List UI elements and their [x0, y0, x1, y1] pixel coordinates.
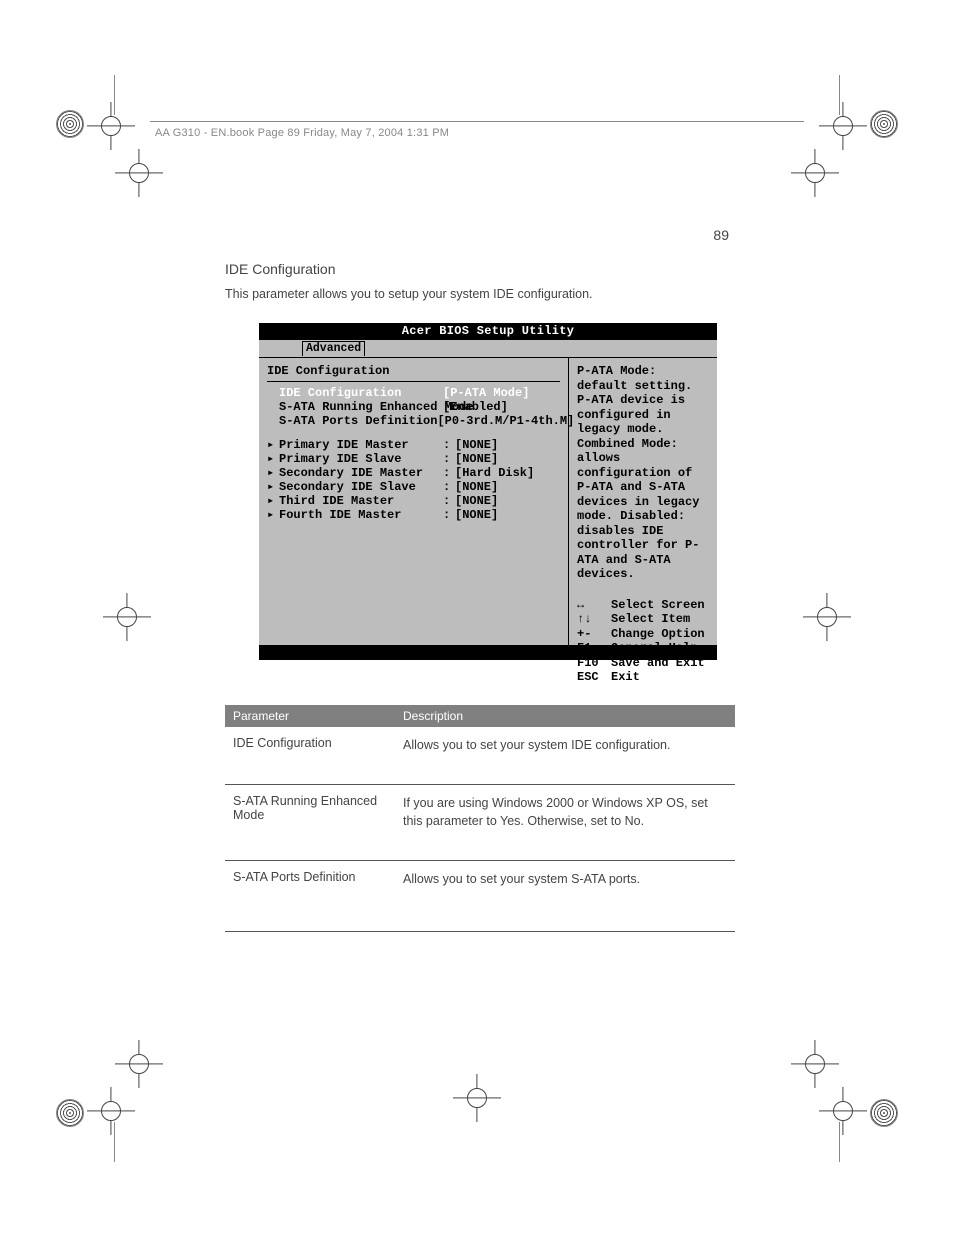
- bios-window: Acer BIOS Setup Utility Advanced IDE Con…: [259, 323, 717, 660]
- bios-device-row[interactable]: ▸ Primary IDE Slave : [NONE]: [267, 452, 560, 466]
- bios-tab-advanced[interactable]: Advanced: [302, 341, 365, 356]
- param-table: Parameter Description IDE Configuration …: [225, 705, 735, 932]
- triangle-right-icon: ▸: [267, 438, 279, 452]
- guide-top-right-v: [839, 75, 840, 115]
- bios-nav-row: ↑↓ Select Item: [577, 612, 711, 627]
- reg-mark-tr-cross: [822, 105, 864, 147]
- reg-mark-br-inner: [794, 1043, 836, 1085]
- bios-config-row[interactable]: S-ATA Running Enhanced Mode [Enabled]: [267, 400, 560, 414]
- param-table-row: S-ATA Ports Definition Allows you to set…: [225, 861, 735, 931]
- bios-nav-key: ESC: [577, 670, 611, 685]
- page-number: 89: [713, 227, 729, 243]
- guide-top: [150, 121, 804, 122]
- bios-device-row[interactable]: ▸ Primary IDE Master : [NONE]: [267, 438, 560, 452]
- bios-device-label: Third IDE Master: [279, 494, 443, 508]
- bios-nav-row: F1 General Help: [577, 641, 711, 656]
- reg-mark-mr: [806, 596, 848, 638]
- bios-nav-block: ↔ Select Screen ↑↓ Select Item +- Change…: [577, 598, 711, 685]
- guide-bot-right-v: [839, 1122, 840, 1162]
- bios-config-value: [P0-3rd.M/P1-4th.M]: [437, 414, 574, 428]
- param-cell-desc: If you are using Windows 2000 or Windows…: [395, 794, 735, 830]
- bios-tabrow: Advanced: [259, 340, 717, 357]
- bios-device-row[interactable]: ▸ Secondary IDE Master : [Hard Disk]: [267, 466, 560, 480]
- bios-nav-row: +- Change Option: [577, 627, 711, 642]
- param-cell-name: S-ATA Running Enhanced Mode: [225, 794, 395, 830]
- bios-nav-action: Select Item: [611, 612, 690, 627]
- bios-config-label: S-ATA Running Enhanced Mode: [267, 400, 443, 414]
- param-cell-desc: Allows you to set your system S-ATA port…: [395, 870, 735, 888]
- bios-right-pane: P-ATA Mode: default setting. P-ATA devic…: [569, 358, 717, 645]
- bios-device-value: [NONE]: [455, 452, 498, 466]
- guide-top-left-v: [114, 75, 115, 115]
- bios-device-value: [NONE]: [455, 480, 498, 494]
- param-head-c1: Parameter: [225, 705, 395, 727]
- bios-nav-key: ↔: [577, 598, 611, 613]
- section-title: IDE Configuration: [225, 261, 336, 277]
- param-table-row: S-ATA Running Enhanced Mode If you are u…: [225, 785, 735, 861]
- bios-device-value: [NONE]: [455, 494, 498, 508]
- reg-mark-bl-inner: [118, 1043, 160, 1085]
- bios-device-label: Secondary IDE Master: [279, 466, 443, 480]
- bios-device-row[interactable]: ▸ Third IDE Master : [NONE]: [267, 494, 560, 508]
- bios-device-value: [NONE]: [455, 438, 498, 452]
- reg-mark-tr-inner: [794, 152, 836, 194]
- bios-config-label: S-ATA Ports Definition: [267, 414, 437, 428]
- bios-device-label: Primary IDE Master: [279, 438, 443, 452]
- triangle-right-icon: ▸: [267, 452, 279, 466]
- reg-mark-br-cross: [822, 1090, 864, 1132]
- bios-config-row[interactable]: S-ATA Ports Definition [P0-3rd.M/P1-4th.…: [267, 414, 560, 428]
- bios-heading: IDE Configuration: [267, 364, 560, 378]
- bios-nav-action: Change Option: [611, 627, 705, 642]
- reg-mark-br-circle: [870, 1099, 898, 1127]
- print-header: AA G310 - EN.book Page 89 Friday, May 7,…: [155, 127, 449, 139]
- param-table-head: Parameter Description: [225, 705, 735, 727]
- param-cell-desc: Allows you to set your system IDE config…: [395, 736, 735, 754]
- bios-device-label: Fourth IDE Master: [279, 508, 443, 522]
- reg-mark-tl-cross: [90, 105, 132, 147]
- reg-mark-tr-circle: [870, 110, 898, 138]
- bios-nav-key: F1: [577, 641, 611, 656]
- param-table-row: IDE Configuration Allows you to set your…: [225, 727, 735, 785]
- bios-config-label: IDE Configuration: [267, 386, 443, 400]
- section-desc: This parameter allows you to setup your …: [225, 285, 735, 303]
- reg-mark-tl-circle: [56, 110, 84, 138]
- bios-help-text: P-ATA Mode: default setting. P-ATA devic…: [577, 364, 711, 582]
- param-cell-name: IDE Configuration: [225, 736, 395, 754]
- bios-device-label: Secondary IDE Slave: [279, 480, 443, 494]
- bios-separator: [267, 381, 560, 382]
- param-cell-name: S-ATA Ports Definition: [225, 870, 395, 888]
- reg-mark-ml: [106, 596, 148, 638]
- bios-device-row[interactable]: ▸ Fourth IDE Master : [NONE]: [267, 508, 560, 522]
- triangle-right-icon: ▸: [267, 494, 279, 508]
- reg-mark-bl-cross: [90, 1090, 132, 1132]
- bios-device-value: [Hard Disk]: [455, 466, 534, 480]
- bios-nav-row: ESC Exit: [577, 670, 711, 685]
- reg-mark-bc: [456, 1077, 498, 1119]
- triangle-right-icon: ▸: [267, 480, 279, 494]
- bios-nav-action: Save and Exit: [611, 656, 705, 671]
- bios-nav-action: Select Screen: [611, 598, 705, 613]
- triangle-right-icon: ▸: [267, 508, 279, 522]
- reg-mark-bl-circle: [56, 1099, 84, 1127]
- bios-nav-action: General Help: [611, 641, 697, 656]
- bios-nav-row: F10 Save and Exit: [577, 656, 711, 671]
- bios-device-label: Primary IDE Slave: [279, 452, 443, 466]
- bios-title: Acer BIOS Setup Utility: [259, 323, 717, 340]
- triangle-right-icon: ▸: [267, 466, 279, 480]
- bios-config-value: [Enabled]: [443, 400, 508, 414]
- bios-config-value: [P-ATA Mode]: [443, 386, 529, 400]
- bios-nav-row: ↔ Select Screen: [577, 598, 711, 613]
- bios-nav-key: F10: [577, 656, 611, 671]
- bios-nav-action: Exit: [611, 670, 640, 685]
- param-head-c2: Description: [395, 705, 735, 727]
- bios-left-pane: IDE Configuration IDE Configuration [P-A…: [259, 358, 569, 645]
- bios-nav-key: ↑↓: [577, 612, 611, 627]
- bios-device-value: [NONE]: [455, 508, 498, 522]
- bios-device-row[interactable]: ▸ Secondary IDE Slave : [NONE]: [267, 480, 560, 494]
- guide-bot-left-v: [114, 1122, 115, 1162]
- bios-body: IDE Configuration IDE Configuration [P-A…: [259, 357, 717, 646]
- reg-mark-tl-inner: [118, 152, 160, 194]
- bios-nav-key: +-: [577, 627, 611, 642]
- bios-config-row[interactable]: IDE Configuration [P-ATA Mode]: [267, 386, 560, 400]
